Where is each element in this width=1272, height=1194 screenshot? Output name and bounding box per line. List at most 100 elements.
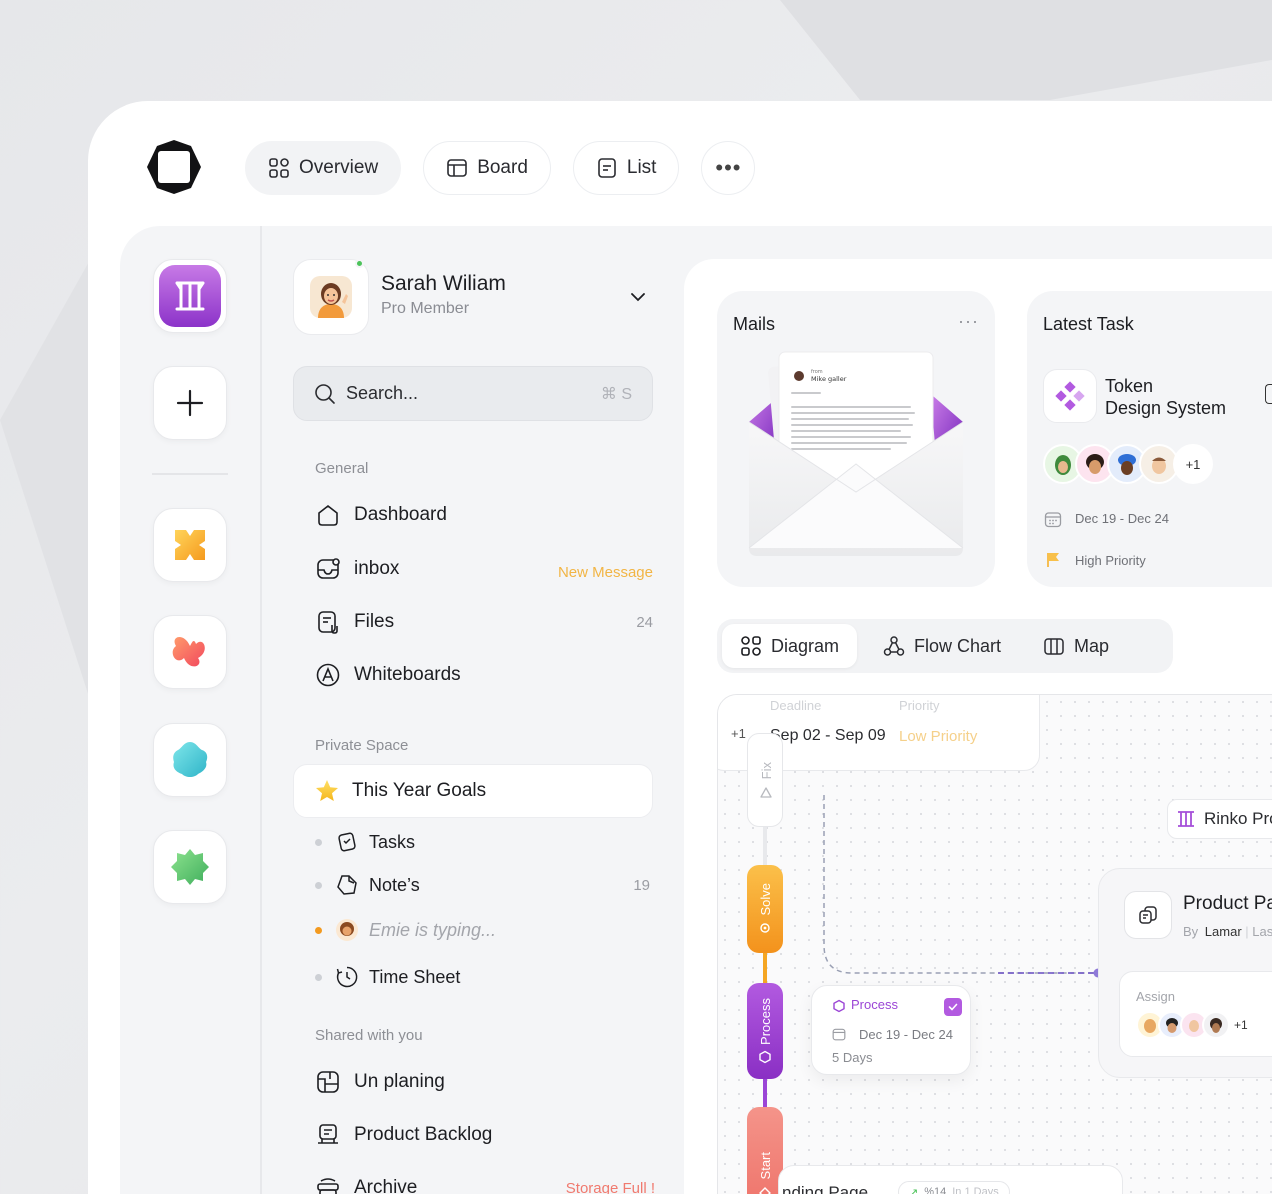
tasks-icon xyxy=(338,832,356,852)
assign-members[interactable]: +1 xyxy=(1136,1011,1248,1039)
inbox-icon xyxy=(317,558,340,579)
mails-more-button[interactable]: ··· xyxy=(958,311,979,332)
stage-process-label: Process xyxy=(757,997,773,1045)
sidebar-item-year-goals[interactable]: This Year Goals xyxy=(293,764,653,818)
copy-icon xyxy=(1139,906,1157,924)
flowchart-icon xyxy=(883,636,905,656)
triangle-icon xyxy=(760,787,772,798)
extra-members-count: +1 xyxy=(1173,444,1213,484)
product-icon-tile xyxy=(1124,891,1172,939)
sidebar-item-unplaning[interactable]: Un planing xyxy=(315,1069,445,1095)
assign-extra-count: +1 xyxy=(1234,1018,1248,1032)
files-icon xyxy=(318,611,338,634)
search-input[interactable]: Search... ⌘ S xyxy=(293,366,653,421)
landing-page-stat-sub: In 1 Days xyxy=(952,1186,999,1194)
search-placeholder: Search... xyxy=(346,383,419,403)
landing-page-stat: ↗ %14 In 1 Days xyxy=(898,1181,1010,1194)
calendar-icon xyxy=(832,1028,846,1041)
sidebar-item-backlog[interactable]: Product Backlog xyxy=(315,1122,492,1148)
section-shared-label: Shared with you xyxy=(315,1027,423,1044)
orange-shape-icon xyxy=(175,530,205,560)
typing-label: Emie is typing... xyxy=(369,919,497,940)
tab-board[interactable]: Board xyxy=(423,141,551,195)
diagram-canvas[interactable]: +1 Deadline Sep 02 - Sep 09 Priority Low… xyxy=(717,694,1272,1194)
workspace-green-button[interactable] xyxy=(153,830,227,904)
tab-flow-chart-label: Flow Chart xyxy=(914,635,1002,656)
product-author: Lamar xyxy=(1204,924,1242,939)
landing-page-stat-value: %14 xyxy=(924,1186,947,1194)
more-button[interactable]: ••• xyxy=(701,141,756,195)
token-diamond-icon xyxy=(1055,381,1085,411)
emie-avatar-icon xyxy=(336,919,358,941)
sidebar-item-typing: Emie is typing... xyxy=(315,918,496,942)
calendar-icon xyxy=(1044,512,1062,528)
process-checkbox[interactable] xyxy=(944,998,962,1016)
task-name[interactable]: Token Design System xyxy=(1105,375,1226,419)
bullet-dot xyxy=(315,838,322,846)
sidebar-item-tasks[interactable]: Tasks xyxy=(315,830,415,854)
profile-role: Pro Member xyxy=(381,300,470,317)
workspace-teal-button[interactable] xyxy=(153,723,227,797)
latest-task-widget[interactable] xyxy=(1027,291,1272,587)
tab-list[interactable]: List xyxy=(572,141,680,195)
workspace-app-button[interactable] xyxy=(153,259,227,333)
add-workspace-button[interactable] xyxy=(153,366,227,440)
deadline-value: Sep 02 - Sep 09 xyxy=(770,727,886,744)
tab-list-label: List xyxy=(626,157,657,178)
rail-separator xyxy=(152,473,228,475)
clock-icon xyxy=(336,966,358,988)
top-navigation: Overview Board List ••• xyxy=(245,141,756,195)
sidebar-item-label: Tasks xyxy=(369,831,416,852)
connector-line xyxy=(823,795,1103,978)
process-card-duration: 5 Days xyxy=(832,1050,873,1065)
stage-start-label: Start xyxy=(757,1152,773,1180)
search-icon xyxy=(315,383,335,404)
sidebar-item-label: Product Backlog xyxy=(354,1124,493,1145)
plus-icon xyxy=(176,389,204,417)
sidebar-item-notes[interactable]: Note’s xyxy=(315,873,420,897)
red-clover-icon xyxy=(172,636,205,667)
more-icon: ••• xyxy=(715,155,742,180)
tab-flow-chart[interactable]: Flow Chart xyxy=(865,624,1019,668)
tab-overview[interactable]: Overview xyxy=(245,141,402,195)
stage-process[interactable]: Process xyxy=(747,983,783,1079)
chevron-down-icon[interactable] xyxy=(628,287,648,307)
landing-page-title: nding Page xyxy=(782,1183,869,1194)
sidebar-item-label: This Year Goals xyxy=(352,780,487,801)
app-logo-icon[interactable] xyxy=(147,140,201,194)
online-status-dot xyxy=(355,259,364,268)
sidebar-item-files[interactable]: Files xyxy=(315,609,394,635)
notes-count: 19 xyxy=(633,877,650,894)
tab-diagram[interactable]: Diagram xyxy=(722,624,858,668)
deadline-label: Deadline xyxy=(770,698,822,713)
task-priority: High Priority xyxy=(1075,553,1146,568)
tab-map[interactable]: Map xyxy=(1025,624,1127,668)
sidebar-item-inbox[interactable]: inbox xyxy=(315,556,399,582)
assign-label: Assign xyxy=(1136,989,1176,1004)
task-members[interactable]: +1 xyxy=(1043,444,1213,484)
workspace-red-button[interactable] xyxy=(153,615,227,689)
rail-divider xyxy=(260,226,262,1194)
stage-solve[interactable]: Solve xyxy=(747,865,783,953)
process-card-date: Dec 19 - Dec 24 xyxy=(859,1027,953,1042)
whiteboard-icon xyxy=(316,663,340,687)
files-count: 24 xyxy=(636,614,653,631)
profile-avatar[interactable] xyxy=(293,259,369,335)
task-action-icon[interactable] xyxy=(1265,384,1272,404)
sidebar-item-whiteboards[interactable]: Whiteboards xyxy=(315,662,461,688)
sidebar-item-archive[interactable]: Archive xyxy=(315,1175,417,1194)
sidebar-item-dashboard[interactable]: Dashboard xyxy=(315,502,447,528)
archive-icon xyxy=(317,1178,339,1194)
bullet-dot xyxy=(315,881,322,889)
stage-fix[interactable]: Fix xyxy=(747,733,783,827)
sidebar-item-label: Files xyxy=(354,611,395,632)
mails-title: Mails xyxy=(733,314,776,334)
envelope-illustration-icon: from Mike galler xyxy=(748,351,964,556)
sidebar-item-timesheet[interactable]: Time Sheet xyxy=(315,965,460,989)
tab-map-label: Map xyxy=(1074,635,1110,656)
profile-name: Sarah Wiliam xyxy=(381,272,506,295)
workspace-orange-button[interactable] xyxy=(153,508,227,582)
new-message-badge: New Message xyxy=(557,564,653,581)
rinko-card[interactable]: Rinko Pro xyxy=(1167,799,1272,839)
product-by-label: By xyxy=(1183,924,1199,939)
